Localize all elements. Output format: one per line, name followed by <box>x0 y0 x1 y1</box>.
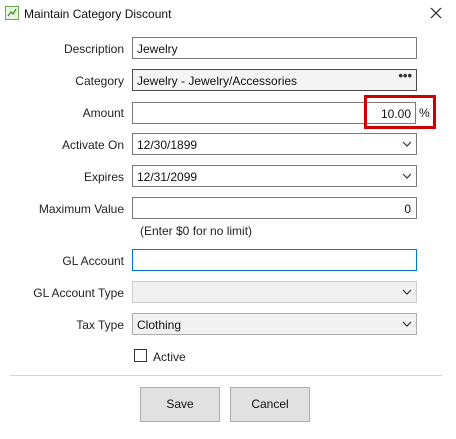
app-icon <box>5 6 19 20</box>
maximum-value-input[interactable]: 0 <box>132 197 417 219</box>
tax-type-select[interactable]: Clothing <box>132 313 417 335</box>
title-bar: Maintain Category Discount <box>0 0 456 28</box>
expires-date-picker[interactable]: 12/31/2099 <box>132 165 417 187</box>
chevron-down-icon <box>402 173 412 179</box>
expires-label: Expires <box>83 170 124 184</box>
category-value: Jewelry - Jewelry/Accessories <box>137 74 298 88</box>
save-button[interactable]: Save <box>140 387 220 422</box>
close-icon <box>430 7 442 19</box>
expires-value: 12/31/2099 <box>137 170 198 184</box>
description-input[interactable]: Jewelry <box>132 37 417 59</box>
activate-on-label: Activate On <box>61 138 124 152</box>
active-label[interactable]: Active <box>153 350 186 364</box>
amount-highlight-box <box>364 95 436 129</box>
ellipsis-button-icon[interactable]: ••• <box>398 68 412 83</box>
activate-on-date-picker[interactable]: 12/30/1899 <box>132 133 417 155</box>
tax-type-value: Clothing <box>137 318 182 332</box>
chevron-down-icon <box>402 141 412 147</box>
category-label: Category <box>75 74 124 88</box>
gl-account-input[interactable] <box>132 249 417 271</box>
window-title: Maintain Category Discount <box>24 7 172 21</box>
divider-highlight <box>10 376 442 377</box>
description-value: Jewelry <box>137 42 178 56</box>
active-checkbox[interactable] <box>134 349 147 362</box>
gl-account-type-label: GL Account Type <box>33 286 124 300</box>
activate-on-value: 12/30/1899 <box>137 138 198 152</box>
chevron-down-icon <box>402 321 412 327</box>
cancel-button[interactable]: Cancel <box>230 387 310 422</box>
chevron-down-icon <box>402 289 412 295</box>
tax-type-label: Tax Type <box>76 318 124 332</box>
gl-account-type-select[interactable] <box>132 281 417 303</box>
description-label: Description <box>63 42 124 56</box>
maximum-value-hint: (Enter $0 for no limit) <box>140 224 253 238</box>
gl-account-label: GL Account <box>62 254 124 268</box>
close-button[interactable] <box>426 5 446 23</box>
maximum-value-label: Maximum Value <box>38 202 124 216</box>
category-field[interactable]: Jewelry - Jewelry/Accessories ••• <box>132 68 417 91</box>
maximum-value-value: 0 <box>404 202 411 216</box>
amount-label: Amount <box>82 106 124 120</box>
